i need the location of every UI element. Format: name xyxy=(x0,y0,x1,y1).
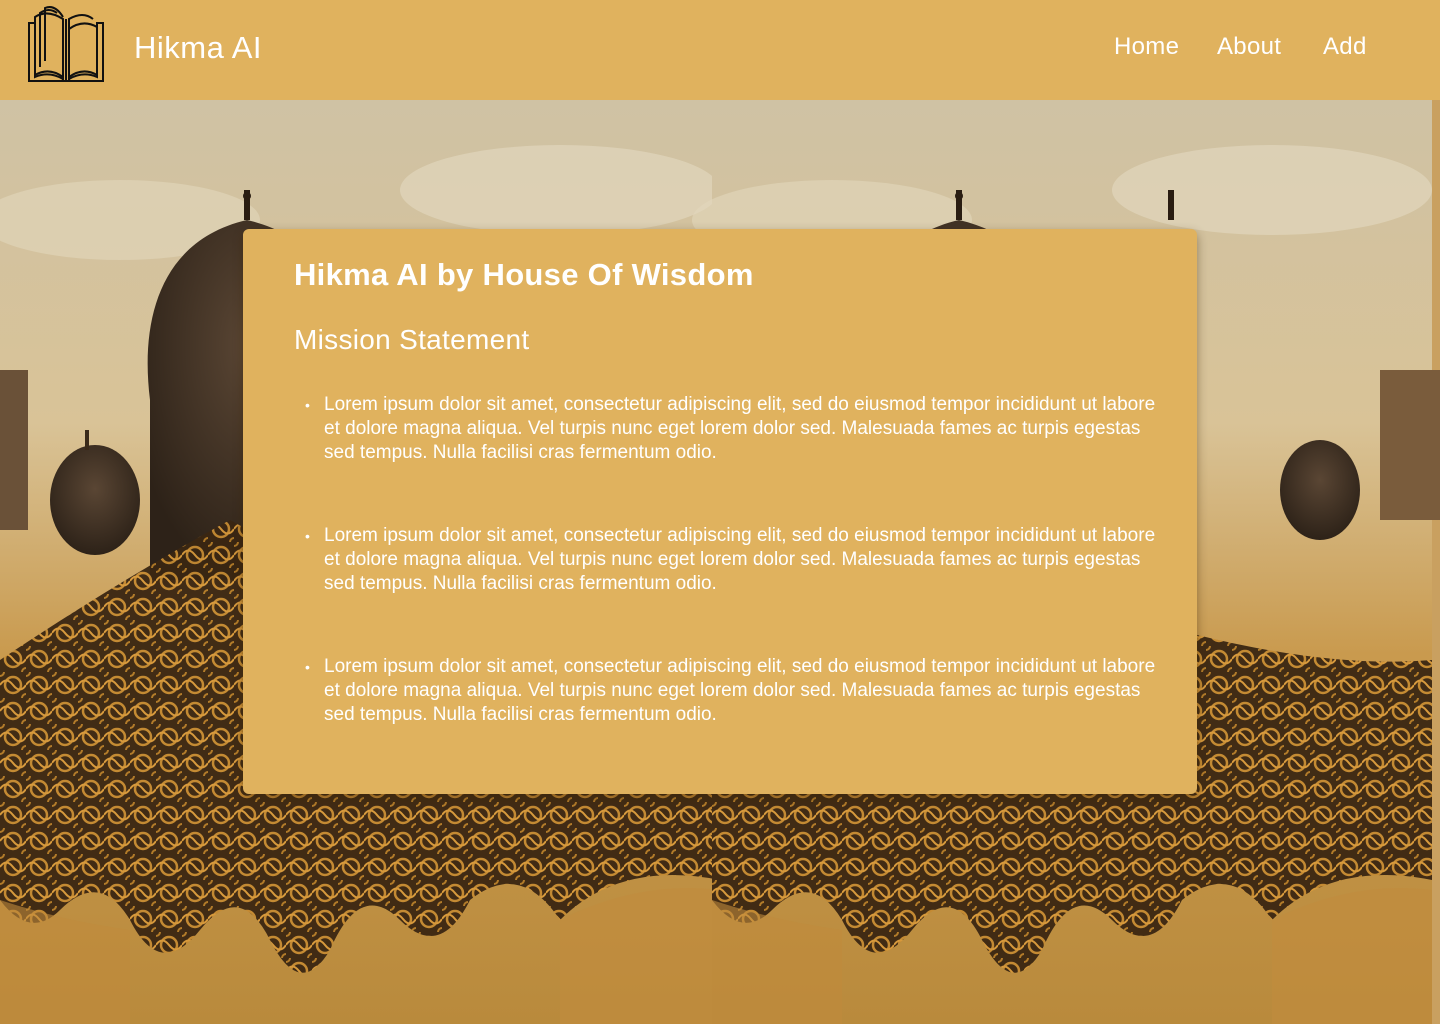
nav-about-link[interactable]: About xyxy=(1217,33,1281,61)
mission-bullet-list: Lorem ipsum dolor sit amet, consectetur … xyxy=(305,393,1175,786)
nav-home-link[interactable]: Home xyxy=(1114,33,1179,61)
mission-bullet: Lorem ipsum dolor sit amet, consectetur … xyxy=(305,524,1175,596)
mission-card: Hikma AI by House Of Wisdom Mission Stat… xyxy=(243,229,1197,794)
mission-statement-heading: Mission Statement xyxy=(294,324,530,355)
nav-add-link[interactable]: Add xyxy=(1323,33,1367,61)
main-nav: Home About Add xyxy=(0,33,1440,65)
mission-bullet: Lorem ipsum dolor sit amet, consectetur … xyxy=(305,655,1175,727)
top-navbar: Hikma AI Home About Add xyxy=(0,0,1440,100)
card-title: Hikma AI by House Of Wisdom xyxy=(294,257,754,292)
mission-bullet: Lorem ipsum dolor sit amet, consectetur … xyxy=(305,393,1175,465)
